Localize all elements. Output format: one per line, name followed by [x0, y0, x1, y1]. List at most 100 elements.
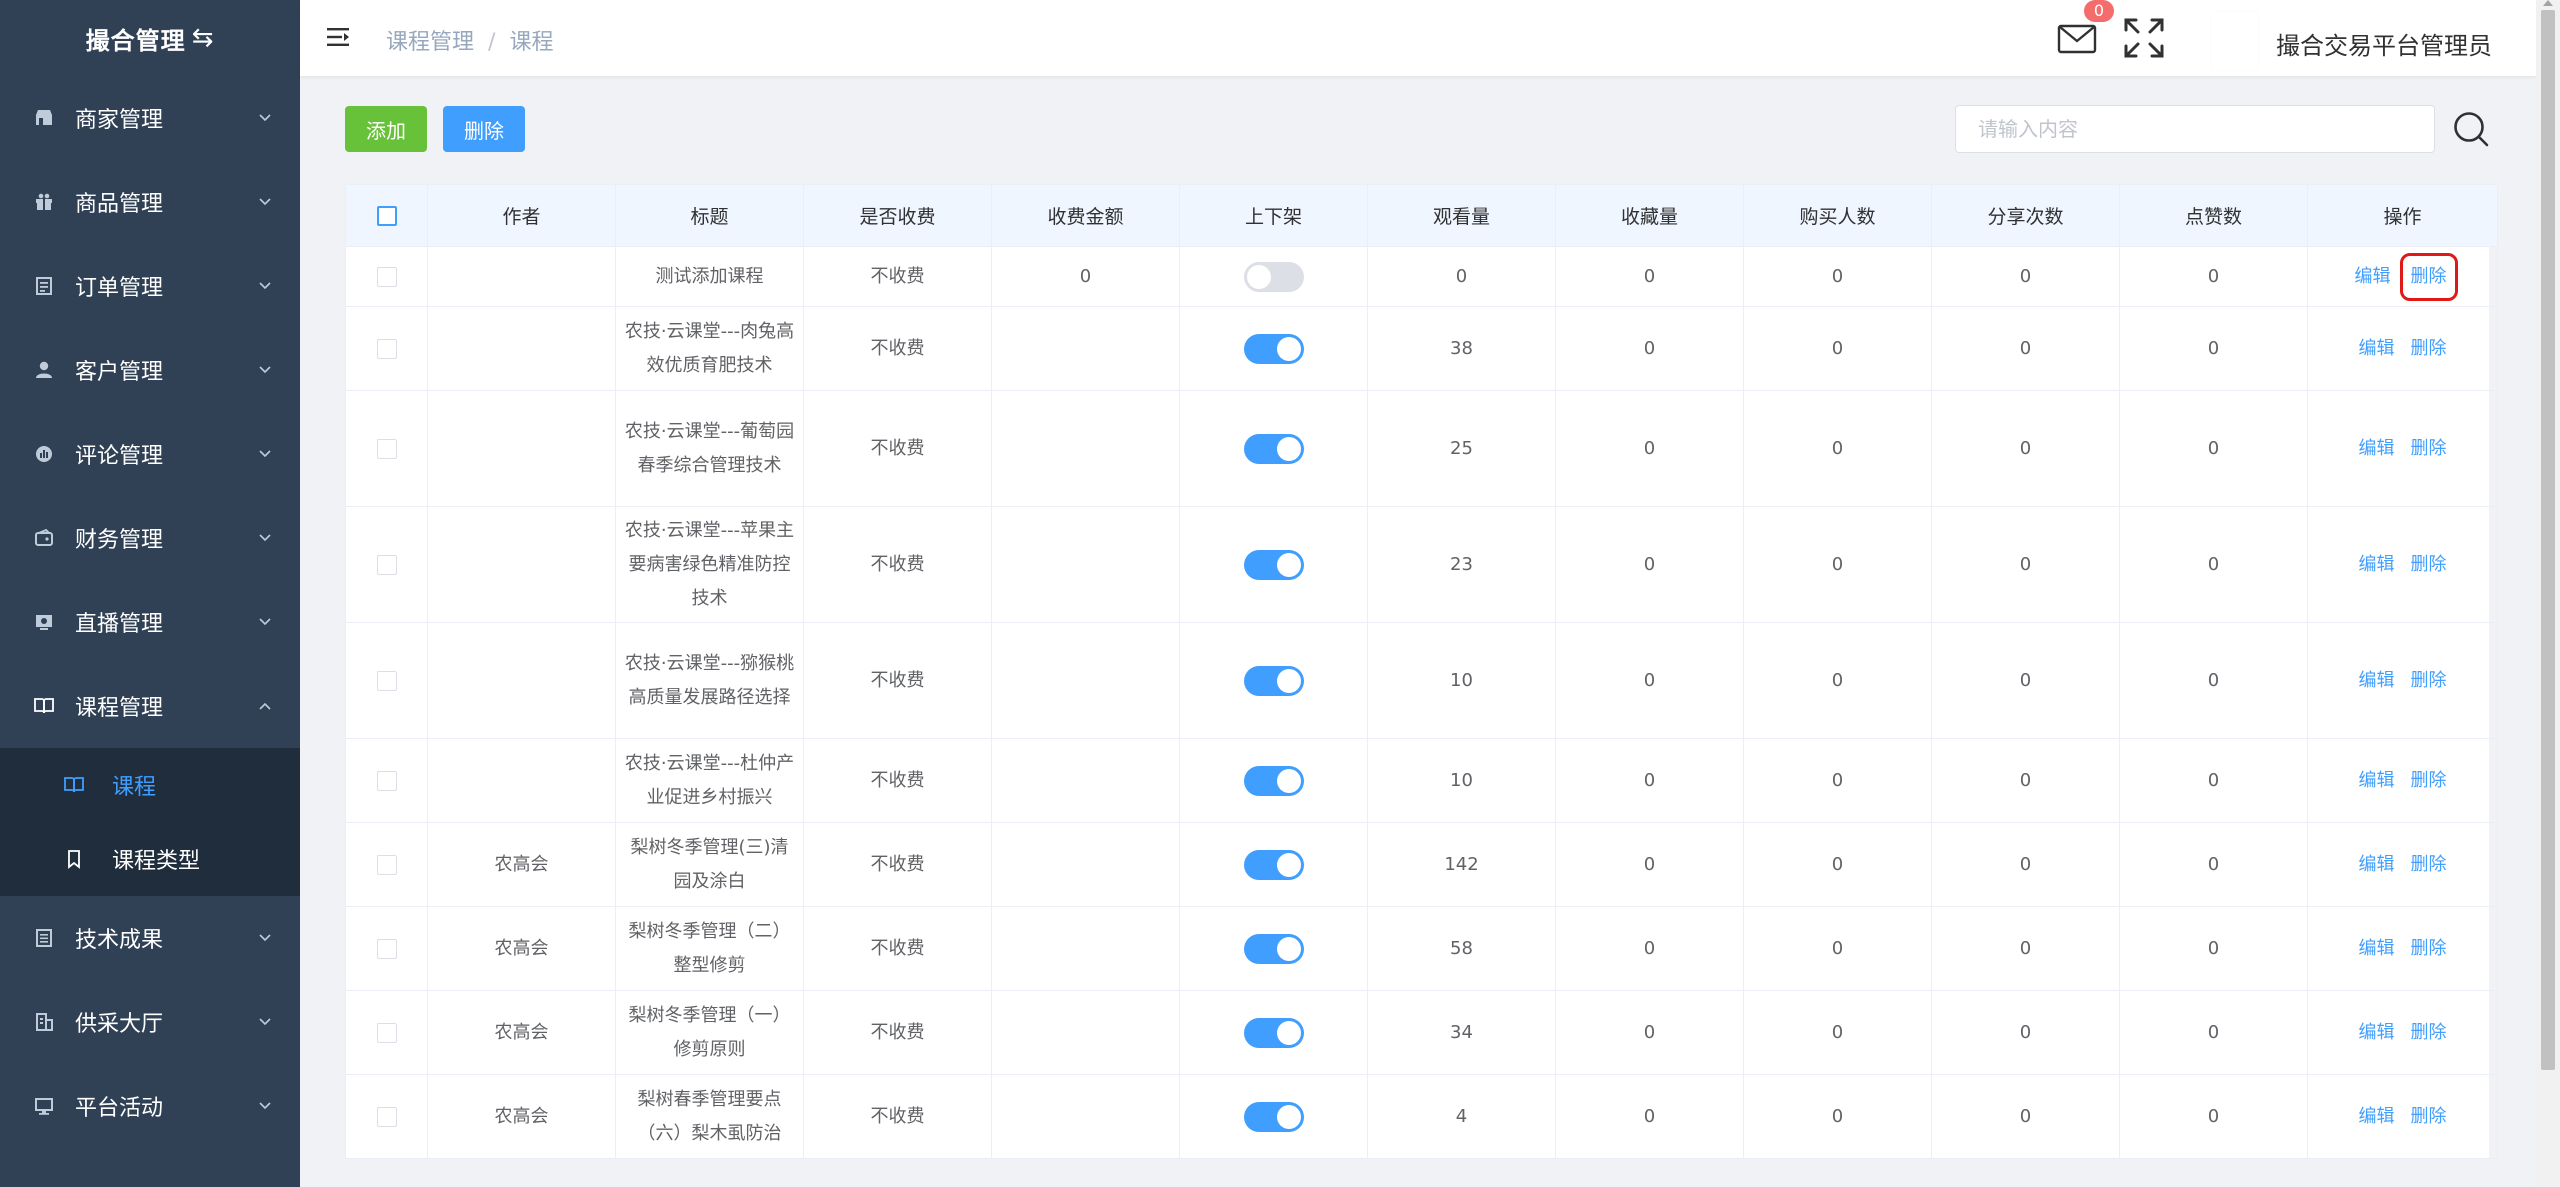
edit-button[interactable]: 编辑 [2359, 432, 2395, 466]
select-all-checkbox[interactable] [376, 206, 397, 226]
edit-button[interactable]: 编辑 [2355, 260, 2391, 294]
row-select-cell [345, 906, 428, 991]
bookmark-icon [64, 849, 84, 869]
book-open-icon [64, 775, 84, 795]
switch-knob [1246, 264, 1271, 289]
edit-button[interactable]: 编辑 [2359, 664, 2395, 698]
switch-knob [1276, 336, 1301, 361]
cell-likes: 0 [2119, 738, 2308, 823]
on-shelf-switch[interactable] [1243, 549, 1304, 580]
cell-buyers: 0 [1743, 306, 1932, 391]
sidebar-item-5[interactable]: 财务管理 [0, 496, 300, 580]
cell-amount [991, 506, 1180, 623]
delete-button[interactable]: 删除 [2411, 932, 2447, 966]
mail-icon[interactable] [2056, 18, 2098, 58]
cell-title: 农技·云课堂---肉兔高效优质育肥技术 [615, 306, 804, 391]
chevron-down-icon [259, 450, 271, 458]
table-header-row: 作者 标题 是否收费 收费金额 上下架 观看量 收藏量 购买人数 分享次数 点赞… [345, 184, 2498, 247]
cell-on-shelf [1179, 822, 1368, 907]
sidebar-item-10[interactable]: 平台活动 [0, 1064, 300, 1148]
edit-button[interactable]: 编辑 [2359, 848, 2395, 882]
sidebar-item-4[interactable]: 评论管理 [0, 412, 300, 496]
page-scrollbar[interactable] [2536, 0, 2560, 1187]
table-row: 农高会 梨树冬季管理(三)清园及涂白 不收费 142 0 0 0 0 编辑 删除 [345, 822, 2498, 907]
delete-button[interactable]: 删除 [2411, 432, 2447, 466]
delete-button[interactable]: 删除 [2399, 252, 2458, 301]
cell-favorites: 0 [1555, 738, 1744, 823]
fullscreen-icon[interactable] [2122, 16, 2166, 60]
row-checkbox[interactable] [376, 670, 397, 691]
edit-button[interactable]: 编辑 [2359, 548, 2395, 582]
cell-fee: 不收费 [803, 1074, 992, 1159]
sidebar-item-label: 课程管理 [75, 696, 164, 721]
row-checkbox[interactable] [376, 554, 397, 575]
sidebar-logo[interactable]: 撮合管理 ⇆ [0, 0, 300, 76]
row-checkbox[interactable] [376, 266, 397, 287]
on-shelf-switch[interactable] [1243, 261, 1304, 292]
on-shelf-switch[interactable] [1243, 765, 1304, 796]
cell-actions: 编辑 删除 [2307, 906, 2498, 991]
on-shelf-switch[interactable] [1243, 849, 1304, 880]
breadcrumb-item-course-mgmt[interactable]: 课程管理 [386, 30, 474, 55]
row-checkbox[interactable] [376, 1106, 397, 1127]
batch-delete-button[interactable]: 删除 [443, 106, 525, 152]
sidebar-subitem-0[interactable]: 课程 [0, 748, 300, 822]
delete-button[interactable]: 删除 [2411, 548, 2447, 582]
on-shelf-switch[interactable] [1243, 933, 1304, 964]
on-shelf-switch[interactable] [1243, 1101, 1304, 1132]
cell-amount [991, 1074, 1180, 1159]
sidebar-item-3[interactable]: 客户管理 [0, 328, 300, 412]
sidebar-item-0[interactable]: 商家管理 [0, 76, 300, 160]
cell-fee: 不收费 [803, 822, 992, 907]
sidebar-item-label: 商品管理 [75, 192, 164, 217]
sidebar-item-8[interactable]: 技术成果 [0, 896, 300, 980]
row-checkbox[interactable] [376, 770, 397, 791]
breadcrumb-item-course: 课程 [509, 30, 554, 55]
username[interactable]: 撮合交易平台管理员 [2276, 26, 2492, 61]
delete-button[interactable]: 删除 [2411, 664, 2447, 698]
row-checkbox[interactable] [376, 854, 397, 875]
edit-button[interactable]: 编辑 [2359, 332, 2395, 366]
course-table: 作者 标题 是否收费 收费金额 上下架 观看量 收藏量 购买人数 分享次数 点赞… [345, 184, 2498, 1159]
row-checkbox[interactable] [376, 938, 397, 959]
on-shelf-switch[interactable] [1243, 333, 1304, 364]
edit-button[interactable]: 编辑 [2359, 1100, 2395, 1134]
on-shelf-switch[interactable] [1243, 665, 1304, 696]
edit-button[interactable]: 编辑 [2359, 1016, 2395, 1050]
sidebar-item-1[interactable]: 商品管理 [0, 160, 300, 244]
scrollbar-thumb[interactable] [2541, 10, 2555, 1070]
edit-button[interactable]: 编辑 [2359, 764, 2395, 798]
edit-button[interactable]: 编辑 [2359, 932, 2395, 966]
chevron-down-icon [259, 618, 271, 626]
cell-likes: 0 [2119, 906, 2308, 991]
on-shelf-switch[interactable] [1243, 433, 1304, 464]
sidebar-item-7[interactable]: 课程管理 [0, 664, 300, 748]
cell-title: 农技·云课堂---葡萄园春季综合管理技术 [615, 390, 804, 507]
search-icon[interactable] [2452, 110, 2490, 148]
row-checkbox[interactable] [376, 338, 397, 359]
sidebar-subitem-1[interactable]: 课程类型 [0, 822, 300, 896]
document-icon [33, 927, 55, 949]
cell-author [427, 246, 616, 307]
delete-button[interactable]: 删除 [2411, 764, 2447, 798]
sidebar-item-2[interactable]: 订单管理 [0, 244, 300, 328]
switch-knob [1276, 552, 1301, 577]
sidebar-item-6[interactable]: 直播管理 [0, 580, 300, 664]
delete-button[interactable]: 删除 [2411, 848, 2447, 882]
search-input[interactable] [1955, 105, 2435, 153]
row-checkbox[interactable] [376, 1022, 397, 1043]
hamburger-icon[interactable] [326, 24, 352, 50]
cell-author [427, 738, 616, 823]
cell-on-shelf [1179, 306, 1368, 391]
delete-button[interactable]: 删除 [2411, 1016, 2447, 1050]
scroll-up-arrow-icon[interactable] [2543, 0, 2553, 6]
sidebar-item-9[interactable]: 供采大厅 [0, 980, 300, 1064]
delete-button[interactable]: 删除 [2411, 1100, 2447, 1134]
sidebar-item-label: 订单管理 [75, 276, 164, 301]
row-checkbox[interactable] [376, 438, 397, 459]
avatar[interactable] [2212, 12, 2258, 70]
on-shelf-switch[interactable] [1243, 1017, 1304, 1048]
delete-button[interactable]: 删除 [2411, 332, 2447, 366]
cell-author [427, 622, 616, 739]
add-button[interactable]: 添加 [345, 106, 427, 152]
